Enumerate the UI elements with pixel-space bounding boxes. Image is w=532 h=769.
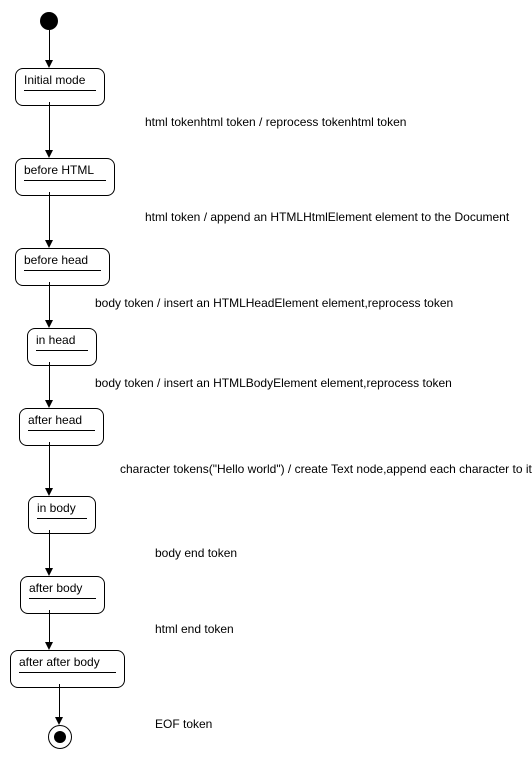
state-label: after body [29, 581, 96, 599]
state-initial-mode: Initial mode [15, 68, 105, 106]
arrow-head [45, 320, 53, 328]
start-node [40, 12, 58, 30]
arrow-head [55, 717, 63, 725]
state-label: after after body [19, 655, 116, 673]
arrow [49, 442, 50, 490]
arrow-head [45, 60, 53, 68]
state-label: in head [36, 333, 88, 351]
state-label: Initial mode [24, 73, 96, 91]
arrow-head [45, 488, 53, 496]
transition-label: body token / insert an HTMLBodyElement e… [95, 376, 452, 390]
arrow [49, 610, 50, 644]
transition-label: body token / insert an HTMLHeadElement e… [95, 296, 453, 310]
transition-label: character tokens("Hello world") / create… [120, 462, 532, 476]
state-before-html: before HTML [15, 158, 115, 196]
end-node-inner [54, 731, 66, 743]
arrow [49, 530, 50, 570]
arrow [49, 30, 50, 62]
state-label: before HTML [24, 163, 106, 181]
state-label: before head [24, 253, 101, 271]
end-node [48, 725, 72, 749]
state-in-head: in head [27, 328, 97, 366]
arrow [49, 362, 50, 402]
state-after-head: after head [19, 408, 104, 446]
state-after-body: after body [20, 576, 105, 614]
transition-label: body end token [155, 546, 237, 560]
state-after-after-body: after after body [10, 650, 125, 688]
arrow [49, 192, 50, 242]
arrow-head [45, 568, 53, 576]
transition-label: EOF token [155, 717, 212, 731]
state-label: in body [37, 501, 87, 519]
arrow-head [45, 642, 53, 650]
arrow-head [45, 150, 53, 158]
state-in-body: in body [28, 496, 96, 534]
transition-label: html token / append an HTMLHtmlElement e… [145, 210, 509, 224]
arrow [59, 684, 60, 719]
transition-label: html end token [155, 622, 234, 636]
arrow-head [45, 240, 53, 248]
state-label: after head [28, 413, 95, 431]
state-before-head: before head [15, 248, 110, 286]
arrow [49, 282, 50, 322]
arrow [49, 102, 50, 152]
transition-label: html tokenhtml token / reprocess tokenht… [145, 115, 406, 129]
arrow-head [45, 400, 53, 408]
